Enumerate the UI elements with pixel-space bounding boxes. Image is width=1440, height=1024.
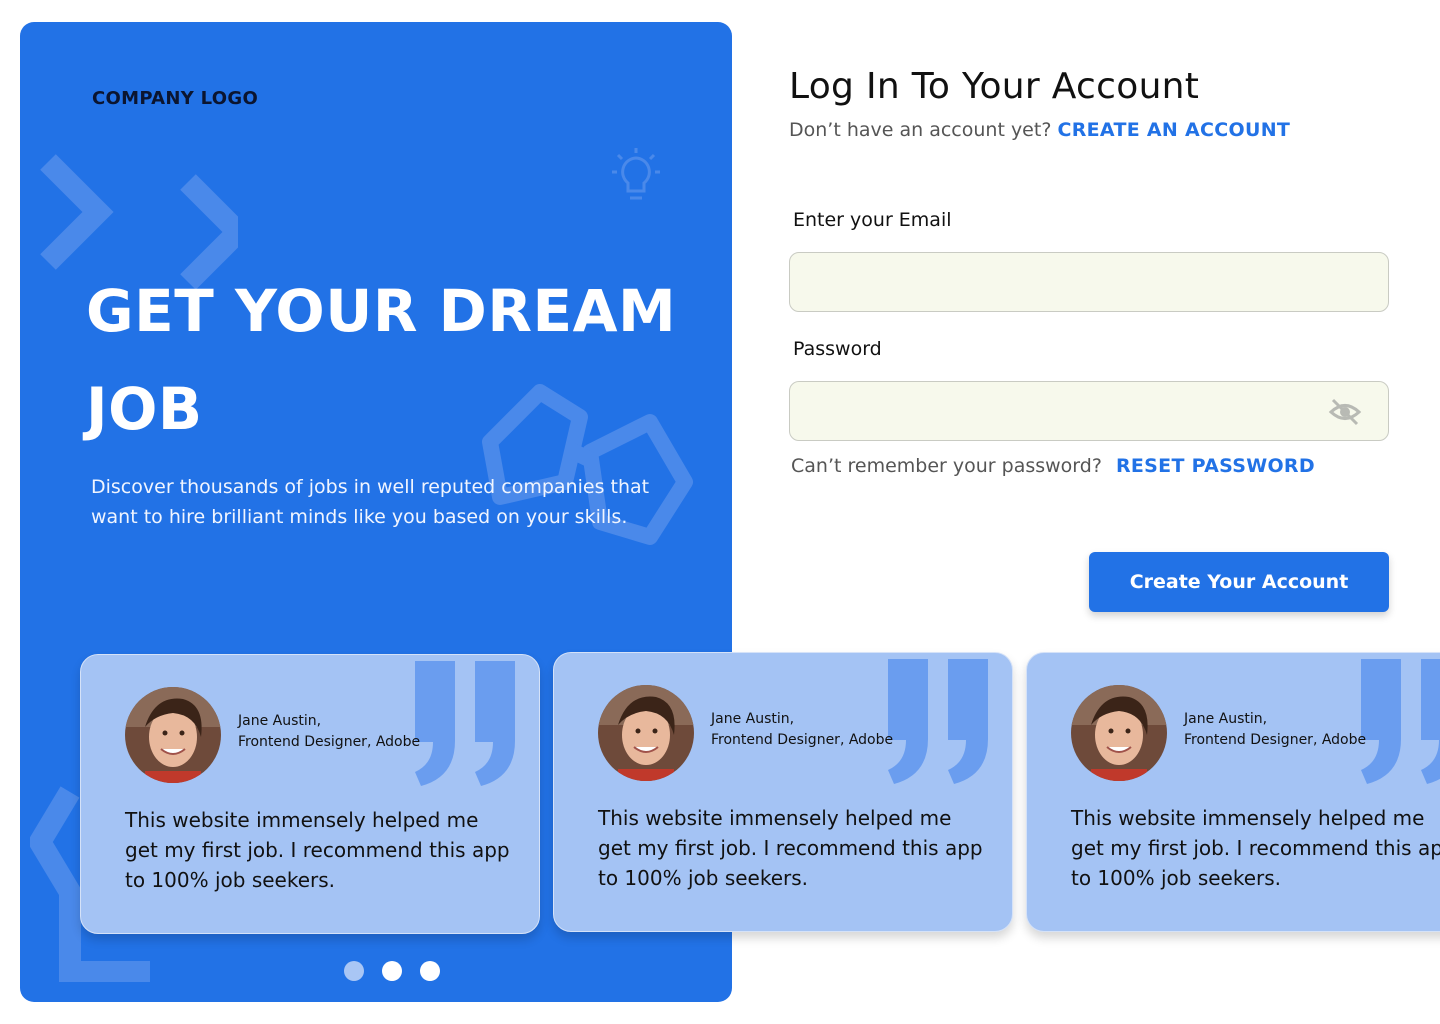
quote-mark-icon	[1361, 659, 1440, 784]
testimonial-card: Jane Austin, Frontend Designer, Adobe Th…	[553, 652, 1013, 932]
lightbulb-icon	[612, 148, 660, 200]
testimonial-text: This website immensely helped me get my …	[125, 808, 510, 892]
testimonial-card: Jane Austin, Frontend Designer, Adobe Th…	[1026, 652, 1440, 932]
create-account-link[interactable]: CREATE AN ACCOUNT	[1057, 119, 1290, 141]
author-name: Jane Austin,	[711, 711, 795, 727]
email-field[interactable]	[790, 253, 1388, 311]
author-name: Jane Austin,	[238, 713, 322, 729]
testimonial-author: Jane Austin, Frontend Designer, Adobe	[238, 711, 420, 753]
signup-prompt: Don’t have an account yet?	[789, 119, 1052, 141]
avatar	[598, 685, 694, 781]
author-role: Frontend Designer, Adobe	[711, 732, 894, 748]
email-label: Enter your Email	[793, 209, 952, 231]
testimonial-card: Jane Austin, Frontend Designer, Adobe Th…	[80, 654, 540, 934]
reset-prompt: Can’t remember your password?	[791, 455, 1102, 477]
password-label: Password	[793, 338, 882, 360]
hero-headline: GET YOUR DREAM JOB	[86, 277, 677, 443]
quote-mark-icon	[415, 661, 515, 786]
carousel-dot-2[interactable]	[382, 961, 402, 981]
avatar	[1071, 685, 1167, 781]
hero-subtext: Discover thousands of jobs in well reput…	[91, 476, 650, 528]
testimonial-author: Jane Austin, Frontend Designer, Adobe	[711, 709, 893, 751]
company-logo: COMPANY LOGO	[92, 88, 259, 109]
password-field-wrapper	[789, 381, 1389, 441]
email-field-wrapper	[789, 252, 1389, 312]
eye-off-icon[interactable]	[1328, 397, 1362, 427]
quote-mark-icon	[888, 659, 988, 784]
author-role: Frontend Designer, Adobe	[238, 734, 421, 750]
author-name: Jane Austin,	[1184, 711, 1268, 727]
testimonial-text: This website immensely helped me get my …	[1071, 806, 1440, 890]
signup-prompt-row: Don’t have an account yet? CREATE AN ACC…	[789, 119, 1290, 141]
carousel-dot-1[interactable]	[344, 961, 364, 981]
login-title: Log In To Your Account	[789, 66, 1200, 107]
author-role: Frontend Designer, Adobe	[1184, 732, 1367, 748]
create-account-button[interactable]: Create Your Account	[1089, 552, 1389, 612]
testimonial-text: This website immensely helped me get my …	[598, 806, 983, 890]
password-field[interactable]	[790, 382, 1388, 440]
carousel-dot-3[interactable]	[420, 961, 440, 981]
testimonial-author: Jane Austin, Frontend Designer, Adobe	[1184, 709, 1366, 751]
reset-password-link[interactable]: RESET PASSWORD	[1116, 455, 1315, 477]
carousel-dots	[344, 961, 440, 981]
reset-prompt-row: Can’t remember your password? RESET PASS…	[791, 455, 1315, 477]
avatar	[125, 687, 221, 783]
